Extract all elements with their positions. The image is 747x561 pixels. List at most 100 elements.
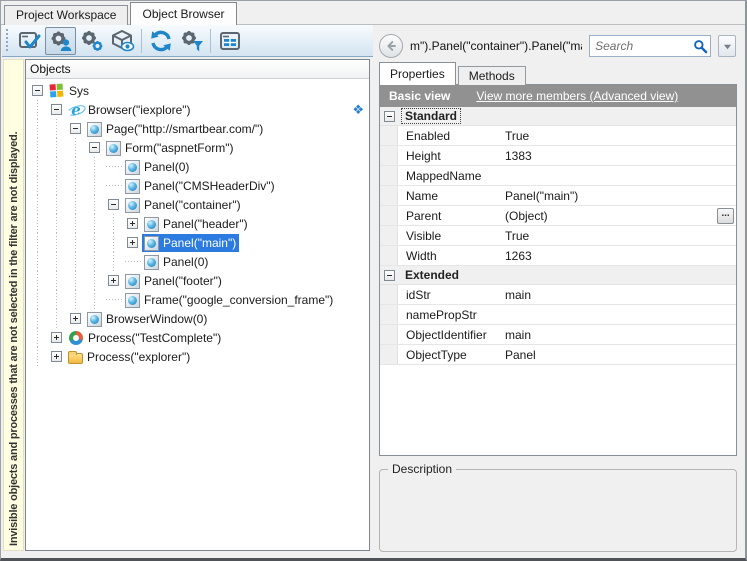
gear-gear-button[interactable] [76,27,107,55]
tree-node[interactable]: Form("aspnetForm") [104,139,237,157]
tab-properties[interactable]: Properties [379,62,456,85]
tree-row[interactable]: Page("http://smartbear.com/") [26,119,369,138]
tree-guide-line [85,214,104,233]
collapse-button[interactable] [47,100,66,119]
collapse-button[interactable] [28,81,47,100]
property-row[interactable]: Parent(Object)... [380,206,736,226]
plus-icon [70,313,81,324]
tree-node[interactable]: BrowserWindow(0) [85,310,210,328]
tree-row[interactable]: Sys [26,81,369,100]
property-group-name: Standard [402,109,460,123]
tree-node[interactable]: Sys [47,82,92,100]
collapse-button[interactable] [104,195,123,214]
property-group-header[interactable]: Standard [380,107,736,126]
property-group-header[interactable]: Extended [380,266,736,285]
tree-row[interactable]: eBrowser("iexplore")❖ [26,100,369,119]
property-row[interactable]: idStrmain [380,285,736,305]
tree-node[interactable]: Panel("footer") [123,272,225,290]
ellipsis-button[interactable]: ... [717,208,734,224]
search-options-dropdown[interactable] [718,35,736,57]
tab-label: Properties [390,67,445,81]
property-row-gutter [380,206,398,225]
tree-row[interactable]: Panel(0) [26,252,369,271]
minus-icon [89,142,100,153]
tree-guide-line [28,328,47,347]
tree-row[interactable]: Panel("CMSHeaderDiv") [26,176,369,195]
property-row[interactable]: ObjectIdentifiermain [380,325,736,345]
gear-filter-button[interactable] [176,27,207,55]
toolbar-grip-handle[interactable] [5,29,11,53]
expand-button[interactable] [66,309,85,328]
property-value: Panel [504,348,736,362]
panel-splitter[interactable] [371,59,379,551]
refresh-button[interactable] [145,27,176,55]
windows-logo-icon [50,83,65,98]
expand-button[interactable] [123,214,142,233]
property-row[interactable]: EnabledTrue [380,126,736,146]
tree-guide-line [47,271,66,290]
tab-label: Object Browser [142,7,224,21]
collapse-button[interactable] [384,111,395,122]
gear-filter-icon [180,29,204,53]
tree-node-label: Browser("iexplore") [88,103,191,117]
cube-eye-button[interactable] [107,27,138,55]
minus-icon [32,85,43,96]
tree-node[interactable]: Panel(0) [142,253,211,271]
tree-row[interactable]: Process("explorer") [26,347,369,366]
tab-methods[interactable]: Methods [458,66,526,85]
tree-guide-line [47,157,66,176]
window-check-button[interactable] [14,27,45,55]
tab-object-browser[interactable]: Object Browser [130,2,236,25]
tree-row[interactable]: Panel("container") [26,195,369,214]
tree-node[interactable]: Panel("container") [123,196,244,214]
expand-button[interactable] [47,347,66,366]
tree-guide-line [47,214,66,233]
property-row[interactable]: ObjectTypePanel [380,345,736,365]
property-row[interactable]: namePropStr [380,305,736,325]
property-name: idStr [398,288,504,302]
tab-label: Project Workspace [16,8,116,22]
tree-guide-line [28,119,47,138]
tree-node-label: Process("TestComplete") [88,331,221,345]
tree-node[interactable]: Panel("header") [142,215,251,233]
expand-button[interactable] [47,328,66,347]
tree-row[interactable]: Form("aspnetForm") [26,138,369,157]
property-row[interactable]: NamePanel("main") [380,186,736,206]
refresh-icon [149,29,173,53]
expand-button[interactable] [104,271,123,290]
tree-node[interactable]: Panel("CMSHeaderDiv") [123,177,278,195]
tree-node[interactable]: Process("TestComplete") [66,329,224,347]
property-name: namePropStr [398,308,504,322]
tree-row[interactable]: Process("TestComplete") [26,328,369,347]
collapse-button[interactable] [384,270,395,281]
property-name: Visible [398,229,504,243]
tree-row[interactable]: Panel("header") [26,214,369,233]
tree-node[interactable]: Panel(0) [123,158,192,176]
gear-user-button[interactable] [45,27,76,55]
tab-project-workspace[interactable]: Project Workspace [4,5,128,25]
collapse-button[interactable] [85,138,104,157]
tree-node[interactable]: Panel("main") [142,234,239,252]
tree-row[interactable]: Panel("footer") [26,271,369,290]
tree-row[interactable]: Panel("main") [26,233,369,252]
tree-guide-line [47,233,66,252]
objects-column-header[interactable]: Objects [26,60,369,79]
tree-node[interactable]: Page("http://smartbear.com/") [85,120,266,138]
window-panels-button[interactable] [214,27,245,55]
expand-button[interactable] [123,233,142,252]
property-row[interactable]: Height1383 [380,146,736,166]
tree-node[interactable]: Frame("google_conversion_frame") [123,291,336,309]
collapse-button[interactable] [66,119,85,138]
tree-row[interactable]: Panel(0) [26,157,369,176]
tree-guide-line [47,138,66,157]
advanced-view-link[interactable]: View more members (Advanced view) [476,89,678,103]
property-row[interactable]: MappedName [380,166,736,186]
property-row[interactable]: Width1263 [380,246,736,266]
tree-row[interactable]: BrowserWindow(0) [26,309,369,328]
property-row[interactable]: VisibleTrue [380,226,736,246]
tree-node[interactable]: eBrowser("iexplore") [66,101,194,119]
tree-node[interactable]: Process("explorer") [66,348,193,365]
back-button[interactable] [379,34,403,58]
window-check-icon [18,29,42,53]
tree-row[interactable]: Frame("google_conversion_frame") [26,290,369,309]
